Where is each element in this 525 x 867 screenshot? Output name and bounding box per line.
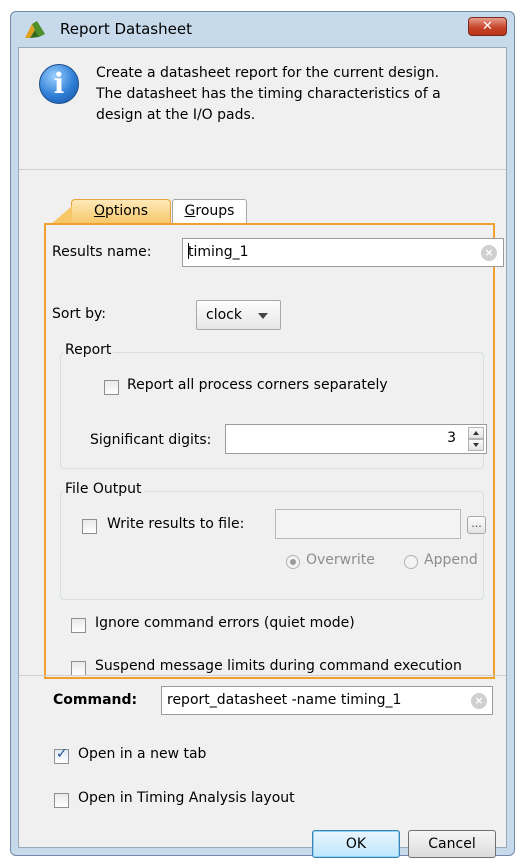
open-new-tab-label: Open in a new tab — [78, 746, 207, 762]
check-icon: ✓ — [56, 746, 68, 762]
open-timing-layout-label: Open in Timing Analysis layout — [78, 790, 295, 806]
clear-icon[interactable]: × — [471, 693, 487, 709]
results-name-input[interactable]: timing_1 — [182, 238, 504, 267]
suspend-limits-label: Suspend message limits during command ex… — [95, 658, 462, 674]
command-value: report_datasheet -name timing_1 — [167, 692, 402, 708]
append-radio[interactable] — [404, 555, 418, 569]
report-all-corners-label: Report all process corners separately — [127, 377, 388, 393]
file-output-group-title: File Output — [63, 481, 144, 497]
window-title: Report Datasheet — [60, 20, 192, 38]
overwrite-label: Overwrite — [306, 552, 375, 568]
significant-digits-label: Significant digits: — [90, 432, 212, 448]
description-line: design at the I/O pads. — [96, 107, 256, 123]
chevron-down-icon — [258, 313, 268, 319]
results-name-value: timing_1 — [188, 244, 249, 260]
file-output-group — [60, 491, 484, 600]
overwrite-radio[interactable] — [286, 555, 300, 569]
ellipsis-icon: ... — [471, 517, 482, 530]
significant-digits-value: 3 — [447, 430, 456, 446]
ok-button[interactable]: OK — [312, 830, 400, 858]
significant-digits-spinner[interactable]: 3 — [225, 424, 487, 454]
description-line: Create a datasheet report for the curren… — [96, 65, 440, 81]
command-input[interactable]: report_datasheet -name timing_1 — [161, 686, 493, 715]
tab-options[interactable]: Options — [50, 199, 171, 225]
tab-groups-mnemonic: G — [184, 203, 196, 219]
spinner-down-button[interactable] — [468, 439, 484, 451]
report-group-title: Report — [63, 342, 114, 358]
ignore-errors-label: Ignore command errors (quiet mode) — [95, 615, 355, 631]
tab-options-label: ptions — [105, 203, 149, 219]
write-results-label: Write results to file: — [107, 516, 245, 532]
report-all-corners-checkbox[interactable] — [104, 380, 119, 395]
chevron-down-icon — [473, 443, 479, 447]
suspend-limits-checkbox[interactable] — [71, 661, 86, 676]
sort-by-value: clock — [206, 307, 242, 323]
chevron-up-icon — [473, 431, 479, 435]
open-timing-layout-checkbox[interactable] — [54, 793, 69, 808]
write-results-path-input[interactable] — [275, 509, 461, 539]
info-icon: i — [39, 64, 79, 104]
results-name-label: Results name: — [52, 244, 152, 260]
sort-by-dropdown[interactable]: clock — [196, 300, 281, 330]
dialog-window: Report Datasheet ✕ i Create a datasheet … — [10, 11, 515, 858]
vivado-logo-icon — [25, 21, 45, 38]
cancel-button[interactable]: Cancel — [408, 830, 496, 858]
close-button[interactable]: ✕ — [468, 17, 507, 36]
dialog-client-area: i Create a datasheet report for the curr… — [18, 47, 507, 858]
sort-by-label: Sort by: — [52, 306, 107, 322]
tab-groups-label: roups — [195, 203, 235, 219]
ignore-errors-checkbox[interactable] — [71, 618, 86, 633]
close-icon: ✕ — [482, 19, 493, 34]
clear-icon[interactable]: × — [481, 245, 497, 261]
spinner-buttons — [468, 427, 484, 451]
open-new-tab-checkbox[interactable]: ✓ — [54, 746, 69, 764]
tab-options-mnemonic: O — [93, 203, 106, 219]
description-text: Create a datasheet report for the curren… — [96, 63, 496, 126]
spinner-up-button[interactable] — [468, 427, 484, 439]
tab-groups[interactable]: Groups — [172, 199, 247, 224]
append-label: Append — [424, 552, 478, 568]
options-panel: Results name: timing_1 × Sort by: clock … — [44, 223, 504, 679]
command-label: Command: — [53, 692, 138, 708]
header-divider — [19, 169, 506, 170]
browse-button[interactable]: ... — [467, 516, 486, 534]
title-bar[interactable]: Report Datasheet ✕ — [11, 12, 514, 46]
panel-divider — [19, 675, 506, 676]
write-results-checkbox[interactable] — [82, 519, 97, 534]
description-line: The datasheet has the timing characteris… — [96, 86, 441, 102]
